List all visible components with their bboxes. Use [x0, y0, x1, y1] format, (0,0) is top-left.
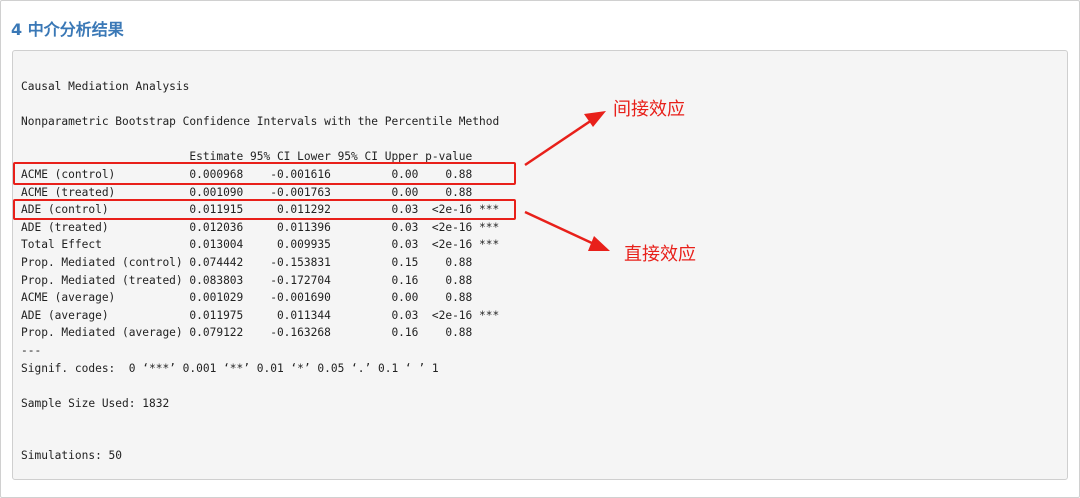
indirect-arrow-icon	[524, 111, 606, 167]
indirect-effect-label: 间接效应	[613, 99, 685, 120]
annotation-arrows	[524, 111, 610, 251]
direct-effect-label: 直接效应	[624, 244, 696, 265]
direct-arrow-icon	[524, 210, 610, 251]
